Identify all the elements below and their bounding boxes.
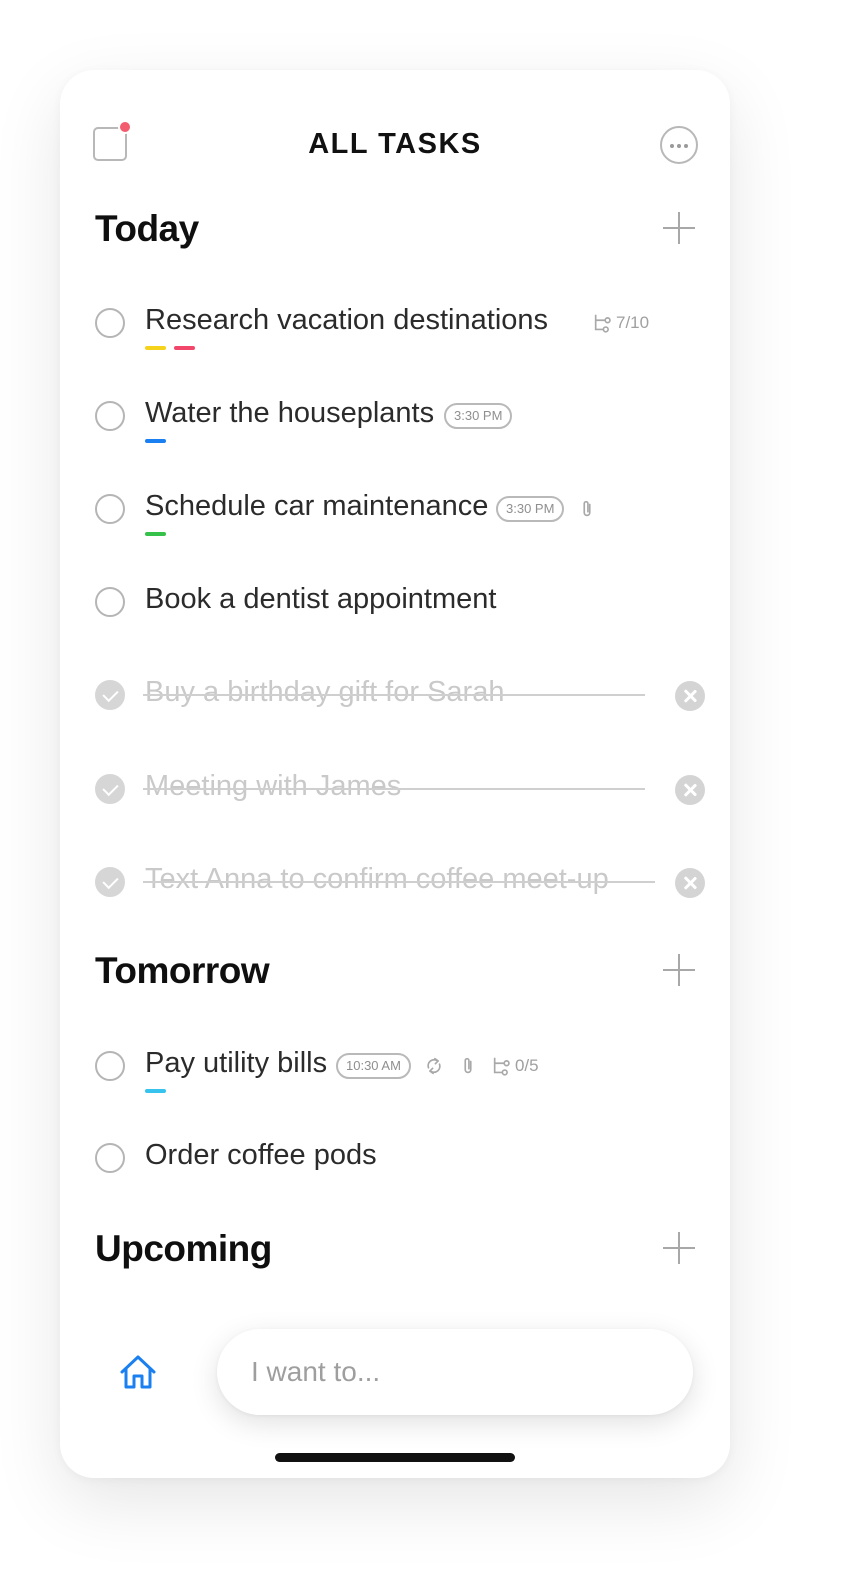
strikethrough-line [143,788,645,790]
task-checkbox[interactable] [95,494,125,524]
section-title: Today [95,208,199,249]
task-title: Text Anna to confirm coffee meet-up [145,863,609,895]
task-checkbox[interactable] [95,587,125,617]
remove-task-button[interactable] [675,775,705,805]
section-title: Tomorrow [95,950,270,991]
task-meta: 3:30 PM [496,492,598,526]
task-tags [145,439,166,443]
remove-task-button[interactable] [675,868,705,898]
task-item[interactable]: Order coffee pods [95,1133,705,1193]
strikethrough-line [143,694,645,696]
add-task-tomorrow-button[interactable] [663,954,695,986]
home-icon [120,1355,156,1389]
task-checkbox[interactable] [95,1143,125,1173]
more-options-button[interactable] [660,126,698,164]
tag-yellow [145,346,166,350]
task-tags [145,1089,166,1093]
task-title: Research vacation destinations [145,304,549,336]
tag-red [174,346,195,350]
task-title: Order coffee pods [145,1139,377,1171]
section-title: Upcoming [95,1228,272,1269]
task-title: Meeting with James [145,770,402,802]
subtasks-indicator: 0/5 [491,1054,539,1078]
time-badge: 10:30 AM [336,1053,411,1079]
task-checkbox[interactable] [95,308,125,338]
subtask-count: 7/10 [616,313,650,332]
quick-add-bar[interactable] [217,1329,693,1415]
quick-add-input[interactable] [251,1351,651,1393]
subtask-count: 0/5 [514,1056,539,1075]
tag-blue [145,439,166,443]
home-indicator [275,1453,515,1462]
attachment-icon [464,1057,472,1074]
remove-task-button[interactable] [675,681,705,711]
task-checkbox-checked[interactable] [95,774,125,804]
time-badge: 3:30 PM [444,403,513,429]
task-checkbox[interactable] [95,1051,125,1081]
subtasks-icon [594,314,611,333]
section-header-upcoming: Upcoming [95,1228,695,1278]
task-title: Pay utility bills [145,1047,328,1079]
home-button[interactable] [118,1352,158,1392]
task-item[interactable]: Research vacation destinations 7/10 [95,298,705,358]
tag-green [145,532,166,536]
more-icon [670,144,688,148]
subtasks-indicator: 7/10 [592,311,649,335]
task-title: Buy a birthday gift for Sarah [145,676,505,708]
subtasks-icon [493,1057,510,1076]
time-badge: 3:30 PM [496,496,565,522]
section-header-today: Today [95,208,695,258]
task-title: Book a dentist appointment [145,583,497,615]
task-tags [145,346,195,350]
task-item[interactable]: Book a dentist appointment [95,577,705,637]
task-item-completed[interactable]: Meeting with James [95,764,705,824]
task-meta: 7/10 [592,306,649,340]
task-item-completed[interactable]: Buy a birthday gift for Sarah [95,670,705,730]
add-task-today-button[interactable] [663,212,695,244]
task-item[interactable]: Water the houseplants 3:30 PM [95,391,705,451]
task-meta: 3:30 PM [444,399,513,433]
header: ALL TASKS [60,70,730,220]
task-checkbox-checked[interactable] [95,867,125,897]
task-item-completed[interactable]: Text Anna to confirm coffee meet-up [95,857,705,917]
task-title: Water the houseplants [145,397,435,429]
task-checkbox-checked[interactable] [95,680,125,710]
section-header-tomorrow: Tomorrow [95,950,695,1000]
add-task-upcoming-button[interactable] [663,1232,695,1264]
page-title: ALL TASKS [308,128,482,160]
phone-screen: ALL TASKS Today Research vacation destin… [60,70,730,1478]
task-title: Schedule car maintenance [145,490,489,522]
repeat-icon [427,1057,441,1075]
task-tags [145,532,166,536]
task-checkbox[interactable] [95,401,125,431]
tag-cyan [145,1089,166,1093]
strikethrough-line [143,881,655,883]
task-meta: 10:30 AM 0/5 [336,1049,539,1083]
task-item[interactable]: Schedule car maintenance 3:30 PM [95,484,705,544]
attachment-icon [583,500,591,517]
task-item[interactable]: Pay utility bills 10:30 AM 0/5 [95,1041,705,1101]
